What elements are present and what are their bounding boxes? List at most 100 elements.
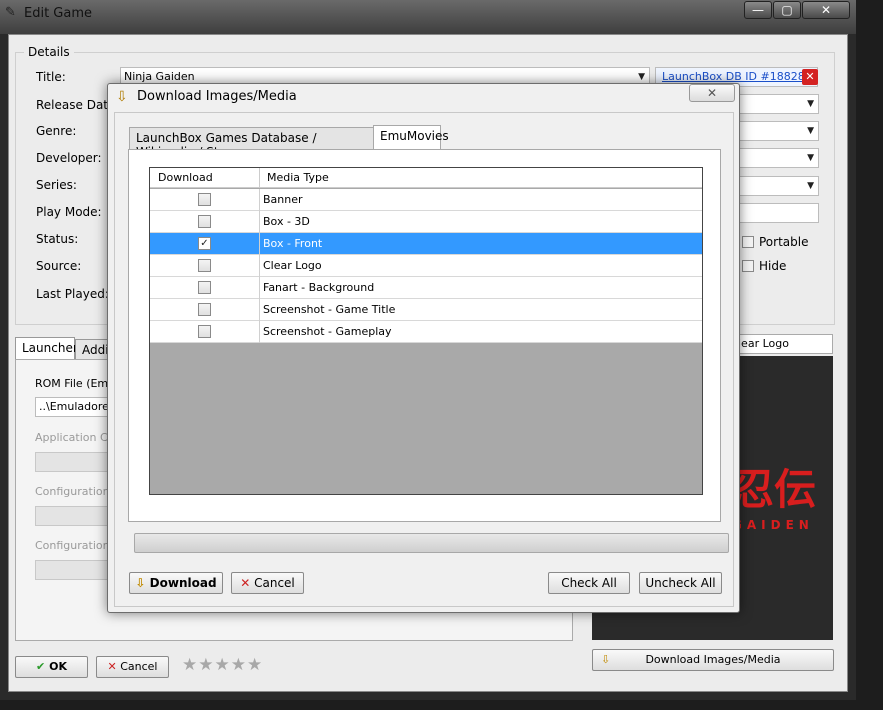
grid-header: Download Media Type [150,168,702,188]
column-divider [259,211,260,233]
remove-icon[interactable]: ✕ [802,69,818,85]
tab-launchbox-db[interactable]: LaunchBox Games Database / Wikipedia / S… [129,127,374,159]
download-icon: ⇩ [601,653,611,666]
download-images-media-button[interactable]: ⇩ Download Images/Media [592,649,834,671]
cancel-label: Cancel [120,660,158,673]
star-icon[interactable]: ★ [182,655,198,675]
checkmark-icon: ✔ [36,660,46,673]
chevron-down-icon: ▼ [807,153,814,163]
media-row[interactable]: Fanart - Background [150,277,702,299]
column-header-download[interactable]: Download [158,171,213,184]
download-button[interactable]: ⇩ Download [129,572,223,594]
minimize-button[interactable]: — [744,1,772,19]
download-images-media-label: Download Images/Media [645,653,781,666]
media-type-label: Clear Logo [263,259,322,272]
download-icon: ⇩ [135,576,146,590]
chevron-down-icon: ▼ [807,181,814,191]
close-button[interactable]: ✕ [802,1,850,19]
ok-button[interactable]: ✔ OK [15,656,88,678]
logo-glyph: 忍伝 [732,465,817,514]
star-icon[interactable]: ★ [247,655,263,675]
configuration-a-input[interactable] [35,506,115,526]
column-divider [259,255,260,277]
dialog-close-button[interactable]: ✕ [689,84,735,102]
download-label: Download [149,576,217,590]
dialog-cancel-label: Cancel [254,576,295,590]
edit-icon: ✎ [5,5,16,20]
developer-label: Developer: [36,151,102,165]
chevron-down-icon: ▼ [807,99,814,109]
tab-emumovies[interactable]: EmuMovies [373,125,449,150]
media-row[interactable]: Box - 3D [150,211,702,233]
column-divider [259,189,260,211]
source-label: Source: [36,259,82,273]
column-header-media-type[interactable]: Media Type [267,171,329,184]
star-icon[interactable]: ★ [231,655,247,675]
media-type-grid: Download Media Type Banner Box - 3D ✓ Box -… [149,167,703,495]
star-icon[interactable]: ★ [198,655,214,675]
media-row[interactable]: Screenshot - Game Title [150,299,702,321]
uncheck-all-button[interactable]: Uncheck All [639,572,722,594]
series-label: Series: [36,178,77,192]
rom-file-input[interactable]: ..\Emuladores\ [35,397,115,417]
dialog-title: Download Images/Media [137,89,297,104]
star-icon[interactable]: ★ [215,655,231,675]
portable-label: Portable [759,235,809,249]
dialog-body: LaunchBox Games Database / Wikipedia / S… [114,112,734,607]
column-divider [259,233,260,255]
title-bar: ✎ Edit Game — ▢ ✕ [0,0,856,34]
column-divider [259,321,260,343]
media-type-label: Fanart - Background [263,281,375,294]
dialog-cancel-button[interactable]: ✕ Cancel [231,572,304,594]
hide-checkbox[interactable] [742,260,754,272]
download-checkbox[interactable] [198,215,211,228]
media-type-label: Banner [263,193,303,206]
download-checkbox[interactable] [198,303,211,316]
developer-combo[interactable]: ▼ [739,148,819,168]
db-id-link[interactable]: LaunchBox DB ID #18828 [662,70,805,83]
portable-checkbox[interactable] [742,236,754,248]
download-progress-bar [134,533,729,553]
configuration-c-input[interactable] [35,560,115,580]
application-command-input[interactable] [35,452,115,472]
ok-label: OK [49,660,67,673]
genre-label: Genre: [36,124,77,138]
column-divider [259,168,260,188]
column-divider [259,299,260,321]
series-combo[interactable]: ▼ [739,176,819,196]
download-checkbox[interactable] [198,281,211,294]
hide-label: Hide [759,259,787,273]
media-row[interactable]: Banner [150,189,702,211]
media-type-label: Box - 3D [263,215,310,228]
download-checkbox[interactable] [198,325,211,338]
tab-launcher[interactable]: Launcher [15,337,78,359]
window-title: Edit Game [24,6,93,21]
close-icon: ✕ [240,576,251,590]
chevron-down-icon: ▼ [638,72,645,82]
last-played-label: Last Played: [36,287,109,301]
media-type-label: Screenshot - Gameplay [263,325,392,338]
maximize-button[interactable]: ▢ [773,1,801,19]
tab-clear-logo[interactable]: lear Logo [733,334,833,354]
chevron-down-icon: ▼ [807,126,814,136]
download-checkbox[interactable] [198,193,211,206]
column-divider [259,277,260,299]
status-label: Status: [36,232,79,246]
genre-combo[interactable]: ▼ [739,121,819,141]
download-checkbox[interactable]: ✓ [198,237,211,250]
media-type-label: Screenshot - Game Title [263,303,396,316]
star-rating[interactable]: ★★★★★ [182,655,263,675]
close-icon: ✕ [107,660,117,673]
media-row[interactable]: Clear Logo [150,255,702,277]
title-label: Title: [36,70,66,84]
download-checkbox[interactable] [198,259,211,272]
cancel-button[interactable]: ✕ Cancel [96,656,169,678]
media-row[interactable]: Screenshot - Gameplay [150,321,702,343]
play-mode-label: Play Mode: [36,205,102,219]
download-icon: ⇩ [116,89,128,105]
play-mode-field[interactable] [739,203,819,223]
check-all-button[interactable]: Check All [548,572,630,594]
download-media-dialog: ⇩ Download Images/Media ✕ LaunchBox Game… [107,83,740,613]
media-row[interactable]: ✓ Box - Front [150,233,702,255]
release-date-combo[interactable]: ▼ [739,94,819,114]
